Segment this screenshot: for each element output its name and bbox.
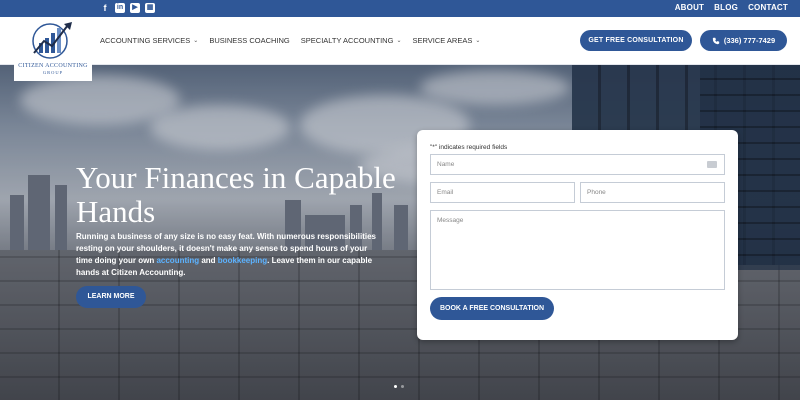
message-field[interactable]: Message [430,210,725,290]
nav-specialty-accounting[interactable]: SPECIALTY ACCOUNTING ⌄ [301,36,402,45]
slider-dot[interactable] [401,385,404,388]
nav-label: SERVICE AREAS [412,36,473,45]
nav-label: ACCOUNTING SERVICES [100,36,191,45]
blog-link[interactable]: BLOG [714,3,738,12]
nav-label: BUSINESS COACHING [209,36,290,45]
social-other-icon[interactable]: ▦ [145,3,155,13]
contact-link[interactable]: CONTACT [748,3,788,12]
hero-section: Your Finances in Capable Hands Running a… [0,65,800,400]
email-field[interactable]: Email [430,182,575,203]
hero-description: Running a business of any size is no eas… [76,232,376,277]
phone-field[interactable]: Phone [580,182,725,203]
site-header: CITIZEN ACCOUNTING GROUP ACCOUNTING SERV… [0,17,800,81]
phone-number: (336) 777-7429 [723,36,776,45]
facebook-icon[interactable]: f [100,3,110,13]
linkedin-icon[interactable]: in [115,3,125,13]
name-field[interactable]: Name [430,154,725,175]
phone-button[interactable]: (336) 777-7429 [700,30,787,51]
nav-label: SPECIALTY ACCOUNTING [300,36,394,45]
logo[interactable]: CITIZEN ACCOUNTING GROUP [14,17,92,81]
youtube-icon[interactable]: ▶ [130,3,140,13]
company-name: Citizen Accounting [111,268,184,277]
consultation-form: "*" indicates required fields Name Email… [417,130,738,340]
nav-accounting-services[interactable]: ACCOUNTING SERVICES ⌄ [100,36,198,45]
accounting-link[interactable]: accounting [156,256,199,265]
nav-service-areas[interactable]: SERVICE AREAS ⌄ [412,36,480,45]
slider-dots [394,385,404,388]
logo-name: CITIZEN ACCOUNTING [18,63,88,69]
book-consultation-button[interactable]: BOOK A FREE CONSULTATION [430,297,554,320]
social-links: f in ▶ ▦ [100,3,155,13]
required-fields-note: "*" indicates required fields [430,144,508,151]
slider-dot-active[interactable] [394,385,397,388]
learn-more-button[interactable]: LEARN MORE [76,286,146,308]
logo-graphic-icon [32,22,72,59]
get-free-consultation-button[interactable]: GET FREE CONSULTATION [580,30,692,51]
about-link[interactable]: ABOUT [675,3,704,12]
top-bar: f in ▶ ▦ ABOUT BLOG CONTACT [0,0,800,17]
bookkeeping-link[interactable]: bookkeeping [218,256,267,265]
chevron-down-icon: ⌄ [475,38,481,44]
nav-business-coaching[interactable]: BUSINESS COACHING [209,36,289,45]
logo-subtitle: GROUP [42,70,64,75]
hero-title: Your Finances in Capable Hands [76,160,396,229]
chevron-down-icon: ⌄ [193,38,199,44]
autofill-icon [707,161,717,168]
top-links: ABOUT BLOG CONTACT [675,3,788,12]
chevron-down-icon: ⌄ [396,38,402,44]
main-nav: ACCOUNTING SERVICES ⌄ BUSINESS COACHING … [100,36,480,45]
phone-icon [712,37,720,44]
